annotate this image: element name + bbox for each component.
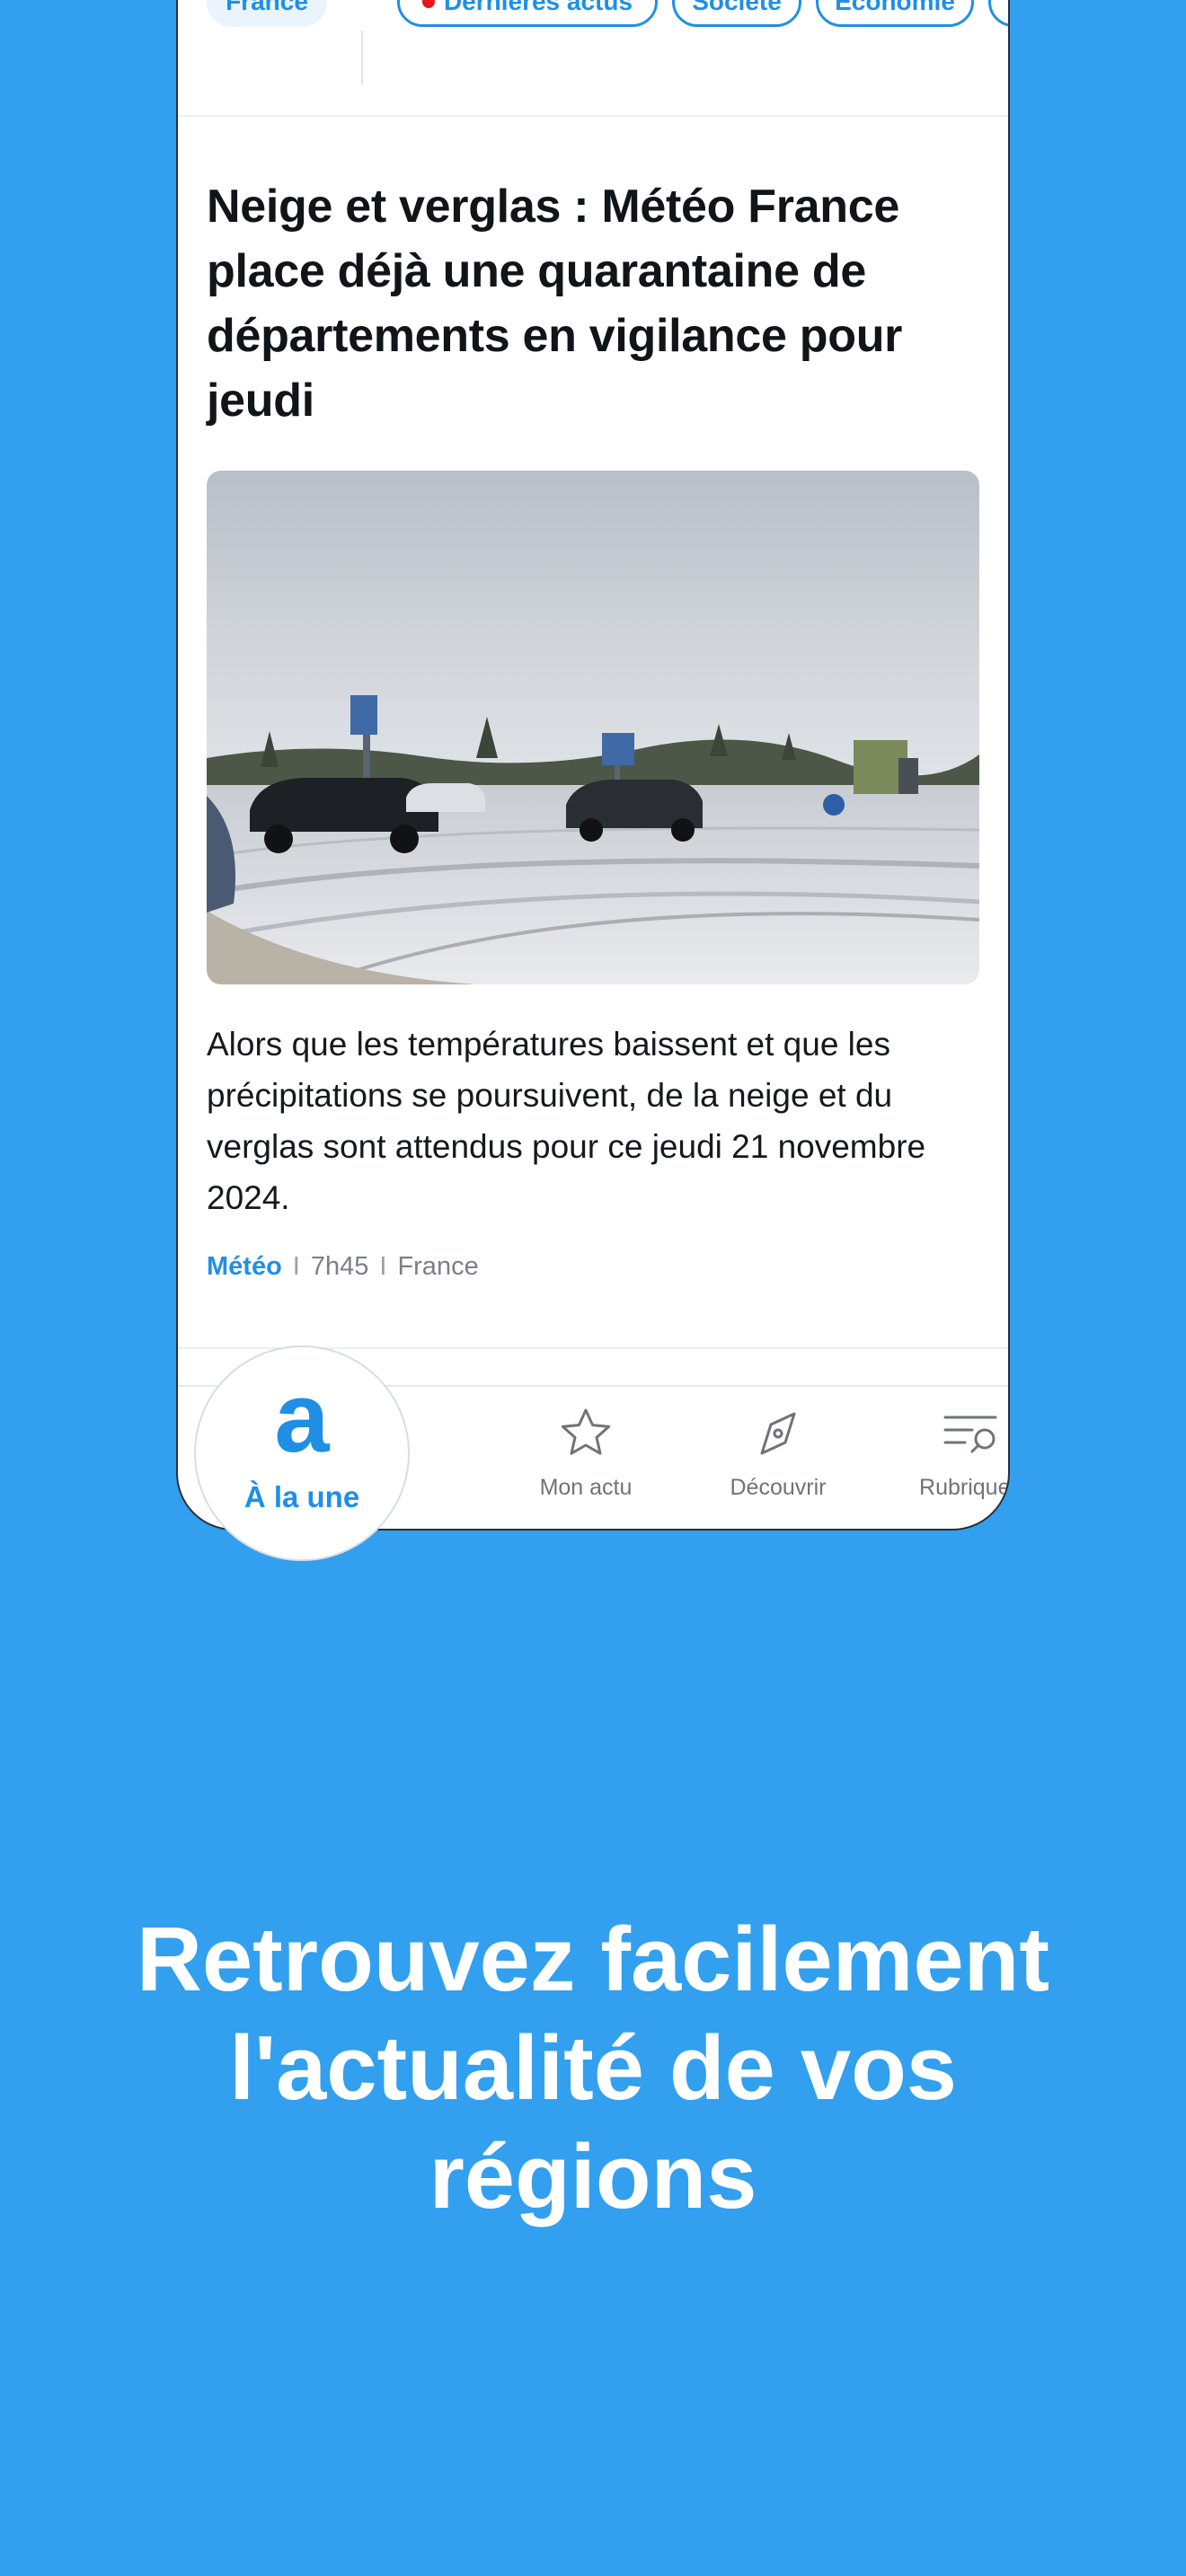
meta-separator: I (292, 1252, 300, 1281)
article-region: France (397, 1252, 479, 1281)
meta-separator: I (379, 1252, 387, 1281)
chips-separator (361, 31, 363, 84)
phone-mockup: France Dernières actus Société Économie … (176, 0, 1010, 1531)
list-search-icon (943, 1416, 997, 1453)
logo-a-icon: a (274, 1363, 330, 1473)
article-meta: Météo I 7h45 I France (207, 1252, 479, 1282)
chips-divider (178, 115, 1008, 117)
tab-decouvrir[interactable]: Découvrir (688, 1405, 868, 1501)
chip-dernieres-actus[interactable]: Dernières actus (397, 0, 658, 27)
chip-economie[interactable]: Économie (816, 0, 974, 27)
article-photo[interactable] (207, 471, 979, 984)
promo-caption: Retrouvez facilement l'actualité de vos … (54, 1906, 1132, 2232)
article-title[interactable]: Neige et verglas : Météo France place dé… (207, 174, 979, 433)
promo-line-2: l'actualité de vos (229, 2018, 957, 2119)
tab-a-la-une[interactable]: a À la une (194, 1345, 410, 1561)
article-time: 7h45 (310, 1252, 369, 1281)
tab-rubriques[interactable]: Rubriques (881, 1405, 1008, 1501)
tab-mon-actu[interactable]: Mon actu (496, 1405, 676, 1501)
chip-next-partial[interactable] (988, 0, 1008, 27)
promo-line-3: régions (429, 2127, 757, 2228)
star-icon (561, 1408, 611, 1455)
article-summary: Alors que les températures baissent et q… (207, 1026, 926, 1216)
article-category[interactable]: Météo (207, 1252, 282, 1281)
tab-a-la-une-label: À la une (243, 1480, 360, 1513)
promo-line-1: Retrouvez facilement (137, 1910, 1049, 2010)
compass-icon (760, 1412, 796, 1455)
chip-france[interactable]: France (207, 0, 327, 27)
snowy-road-photo (207, 471, 979, 984)
live-dot-icon (421, 0, 435, 8)
chip-societe[interactable]: Société (672, 0, 801, 27)
